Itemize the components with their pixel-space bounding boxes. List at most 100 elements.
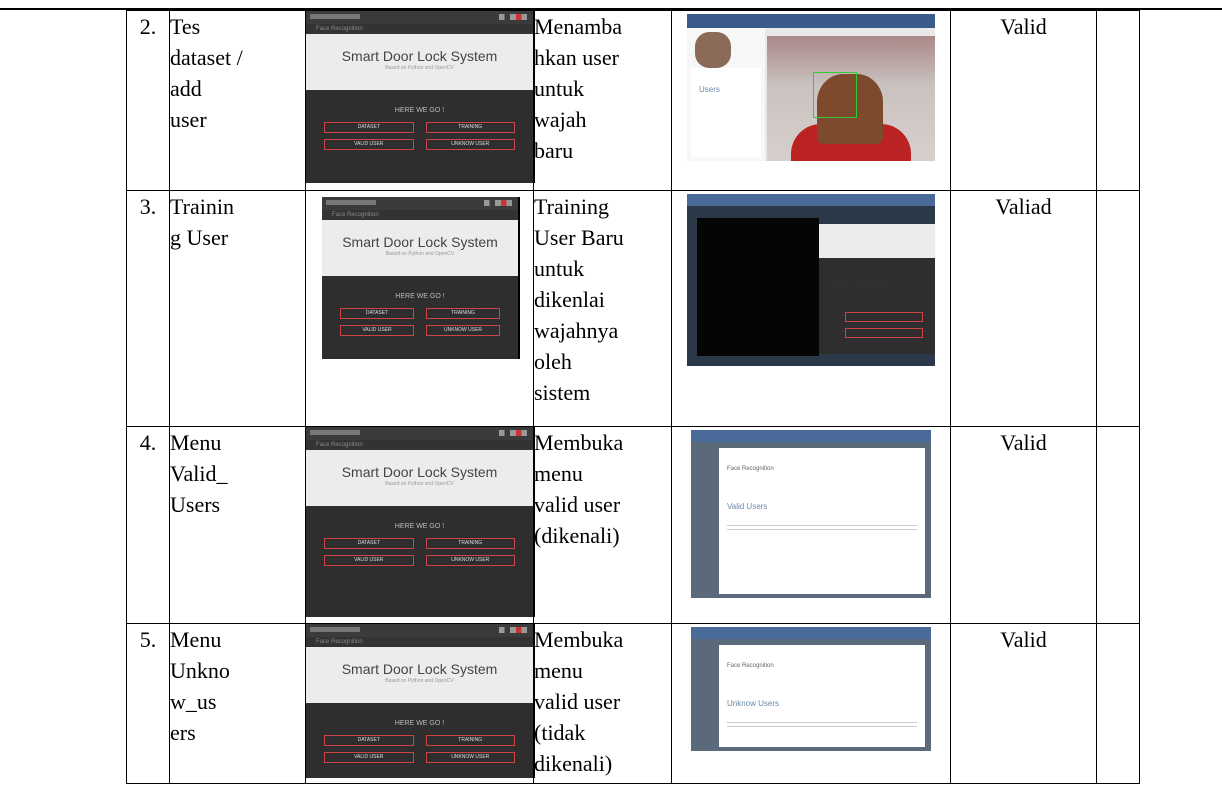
table-row: 4. Menu Valid_ Users Face Recognition Sm… xyxy=(126,426,1140,624)
desc-line: dikenlai xyxy=(534,287,605,312)
desc-line: menu xyxy=(534,658,583,683)
browser-chrome xyxy=(306,624,533,637)
result-screenshot-cell: Face Recognition Valid Users xyxy=(671,426,951,624)
desc-line: Membuka xyxy=(534,430,624,455)
app-body: HERE WE GO ! DATASET TRAINING VALID USER… xyxy=(306,703,533,769)
app-buttons: DATASET TRAINING VALID USER UNKNOW USER xyxy=(306,532,533,572)
face-detect-box xyxy=(813,72,857,118)
browser-chrome xyxy=(306,11,533,24)
app-title: Smart Door Lock System xyxy=(342,234,498,250)
users-page: Users xyxy=(691,68,761,157)
valid-user-button: VALID USER xyxy=(340,325,414,336)
training-button: TRAINING xyxy=(425,122,515,133)
training-button: TRAINING xyxy=(425,735,515,746)
desc-line: valid user xyxy=(534,492,621,517)
desc-line: (dikenali) xyxy=(534,523,620,548)
name-line: user xyxy=(170,107,207,132)
table-row: 2. Tes dataset / add user Face Recogniti… xyxy=(126,10,1140,191)
test-name: Menu Unkno w_us ers xyxy=(169,623,306,784)
empty-cell xyxy=(1096,426,1140,624)
app-screenshot: Face Recognition Smart Door Lock System … xyxy=(306,11,535,183)
valid-user-button: VALID USER xyxy=(324,555,414,566)
app-screenshot-cell: Face Recognition Smart Door Lock System … xyxy=(305,623,535,784)
app-nav: Face Recognition xyxy=(306,440,533,450)
browser-chrome xyxy=(322,197,518,210)
desc-line: User Baru xyxy=(534,225,624,250)
test-description: Menamba hkan user untuk wajah baru xyxy=(533,10,672,191)
name-line: Tes xyxy=(170,14,201,39)
name-line: dataset / xyxy=(170,45,243,70)
desc-line: wajahnya xyxy=(534,318,619,343)
app-hero: Smart Door Lock System Based on Python a… xyxy=(306,647,533,703)
taskbar xyxy=(691,627,931,639)
app-screenshot-cell: Face Recognition Smart Door Lock System … xyxy=(305,426,535,624)
taskbar xyxy=(687,14,935,28)
app-cta: HERE WE GO ! xyxy=(395,293,445,300)
result-screenshot-cell: Users xyxy=(671,10,951,191)
desc-line: (tidak xyxy=(534,720,586,745)
app-screenshot: Face Recognition Smart Door Lock System … xyxy=(306,624,535,778)
app-nav: Face Recognition xyxy=(322,210,518,220)
name-line: Trainin xyxy=(170,194,234,219)
red-button xyxy=(845,328,923,338)
table-line xyxy=(727,525,917,526)
test-result: Valiad xyxy=(950,190,1097,427)
test-table: 2. Tes dataset / add user Face Recogniti… xyxy=(126,10,1140,784)
window-header xyxy=(817,224,935,258)
unknow-user-button: UNKNOW USER xyxy=(425,139,515,150)
desc-line: baru xyxy=(534,138,574,163)
page-brand: Face Recognition xyxy=(727,466,774,472)
table-row: 3. Trainin g User Face Recognition Smart… xyxy=(126,190,1140,427)
desc-line: valid user xyxy=(534,689,621,714)
name-line: w_us xyxy=(170,689,217,714)
unknow-users-page: Face Recognition Unknow Users xyxy=(719,645,925,747)
empty-cell xyxy=(1096,10,1140,191)
valid-users-screenshot: Face Recognition Valid Users xyxy=(691,430,931,598)
page-heading: Valid Users xyxy=(727,502,768,511)
desc-line: Menamba xyxy=(534,14,622,39)
desc-line: untuk xyxy=(534,76,585,101)
terminal-window xyxy=(697,218,819,356)
app-screenshot-cell: Face Recognition Smart Door Lock System … xyxy=(305,10,535,191)
page-heading: Unknow Users xyxy=(727,699,780,708)
app-title: Smart Door Lock System xyxy=(341,464,498,480)
app-cta: HERE WE GO ! xyxy=(394,523,445,530)
app-nav: Face Recognition xyxy=(306,637,533,647)
unknow-user-button: UNKNOW USER xyxy=(426,325,500,336)
test-description: Training User Baru untuk dikenlai wajahn… xyxy=(533,190,672,427)
desc-line: untuk xyxy=(534,256,585,281)
app-screenshot: Face Recognition Smart Door Lock System … xyxy=(306,427,535,617)
test-result: Valid xyxy=(950,623,1097,784)
app-body: HERE WE GO ! DATASET TRAINING VALID USER… xyxy=(306,90,533,156)
app-title: Smart Door Lock System xyxy=(341,48,498,64)
app-subtitle: Based on Python and OpenCV xyxy=(385,678,454,684)
name-line: Menu xyxy=(170,430,222,455)
app-subtitle: Based on Python and OpenCV xyxy=(385,65,454,71)
page-brand: Face Recognition xyxy=(727,663,774,669)
app-hero: Smart Door Lock System Based on Python a… xyxy=(306,34,533,90)
table-line xyxy=(727,722,917,723)
empty-cell xyxy=(1096,190,1140,427)
app-subtitle: Based on Python and OpenCV xyxy=(385,251,455,257)
table-row: 5. Menu Unkno w_us ers Face Recognition … xyxy=(126,623,1140,784)
name-line: Unkno xyxy=(170,658,230,683)
name-line: Users xyxy=(170,492,221,517)
test-description: Membuka menu valid user (tidak dikenali) xyxy=(533,623,672,784)
dataset-button: DATASET xyxy=(340,308,414,319)
name-line: Valid_ xyxy=(170,461,228,486)
empty-cell xyxy=(1096,623,1140,784)
dataset-button: DATASET xyxy=(324,735,414,746)
result-screenshot-cell: Lock System xyxy=(671,190,951,427)
app-nav: Face Recognition xyxy=(306,24,533,34)
name-line: add xyxy=(170,76,202,101)
training-screenshot: Lock System xyxy=(687,194,935,366)
result-screenshot-cell: Face Recognition Unknow Users xyxy=(671,623,951,784)
desc-line: wajah xyxy=(534,107,587,132)
app-body: HERE WE GO ! DATASET TRAINING VALID USER… xyxy=(306,506,533,572)
face-thumbnail xyxy=(695,32,731,68)
test-name: Menu Valid_ Users xyxy=(169,426,306,624)
test-name: Trainin g User xyxy=(169,190,306,427)
app-screenshot: Face Recognition Smart Door Lock System … xyxy=(322,197,520,359)
app-buttons: DATASET TRAINING VALID USER UNKNOW USER xyxy=(306,729,533,769)
test-name: Tes dataset / add user xyxy=(169,10,306,191)
